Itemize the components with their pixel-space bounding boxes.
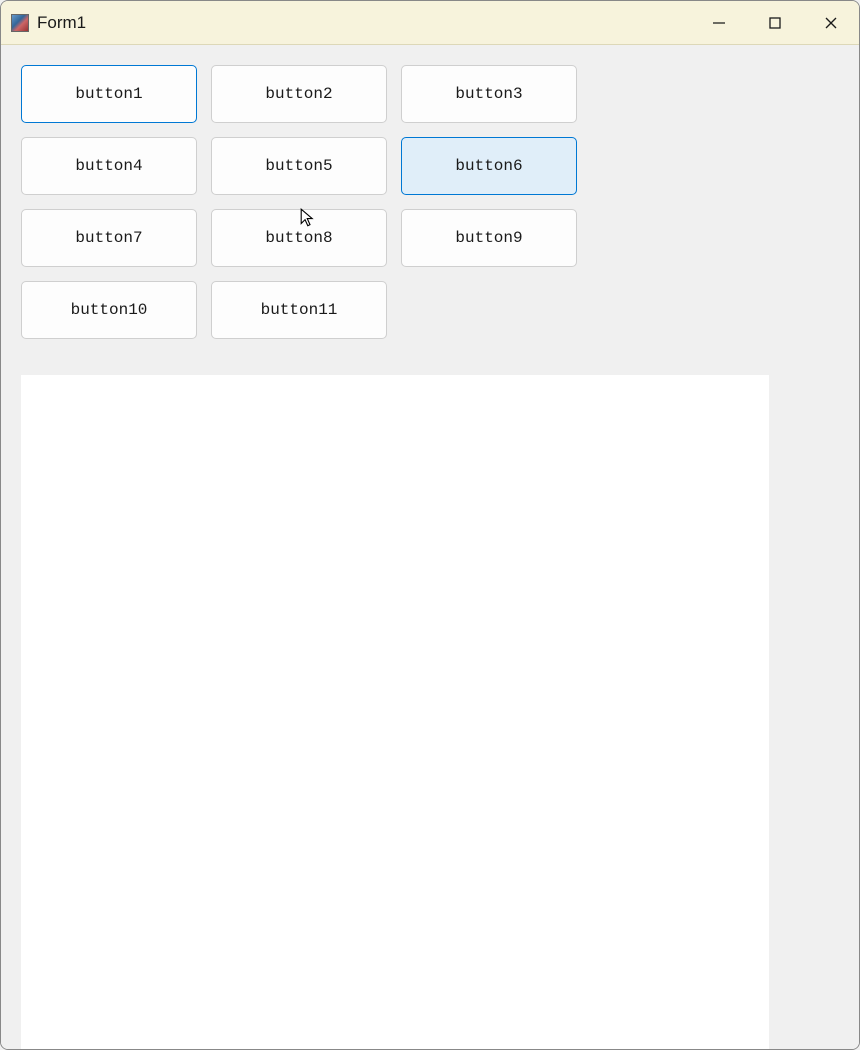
button-label: button11 (261, 301, 338, 319)
button-11[interactable]: button11 (211, 281, 387, 339)
button-2[interactable]: button2 (211, 65, 387, 123)
button-label: button6 (455, 157, 522, 175)
maximize-icon (768, 16, 782, 30)
window-title: Form1 (37, 13, 86, 33)
titlebar-controls (691, 1, 859, 44)
button-9[interactable]: button9 (401, 209, 577, 267)
window-frame: Form1 button1 button2 (0, 0, 860, 1050)
titlebar[interactable]: Form1 (1, 1, 859, 45)
button-label: button1 (75, 85, 142, 103)
button-6[interactable]: button6 (401, 137, 577, 195)
button-10[interactable]: button10 (21, 281, 197, 339)
button-label: button3 (455, 85, 522, 103)
button-label: button9 (455, 229, 522, 247)
button-7[interactable]: button7 (21, 209, 197, 267)
minimize-icon (712, 16, 726, 30)
button-label: button8 (265, 229, 332, 247)
button-8[interactable]: button8 (211, 209, 387, 267)
client-area: button1 button2 button3 button4 button5 … (1, 45, 859, 1049)
button-label: button7 (75, 229, 142, 247)
content-panel (21, 375, 769, 1050)
app-icon (11, 14, 29, 32)
button-label: button2 (265, 85, 332, 103)
button-1[interactable]: button1 (21, 65, 197, 123)
minimize-button[interactable] (691, 1, 747, 45)
close-button[interactable] (803, 1, 859, 45)
button-label: button5 (265, 157, 332, 175)
button-label: button10 (71, 301, 148, 319)
button-5[interactable]: button5 (211, 137, 387, 195)
close-icon (824, 16, 838, 30)
button-3[interactable]: button3 (401, 65, 577, 123)
button-4[interactable]: button4 (21, 137, 197, 195)
maximize-button[interactable] (747, 1, 803, 45)
button-label: button4 (75, 157, 142, 175)
button-grid: button1 button2 button3 button4 button5 … (21, 65, 741, 339)
